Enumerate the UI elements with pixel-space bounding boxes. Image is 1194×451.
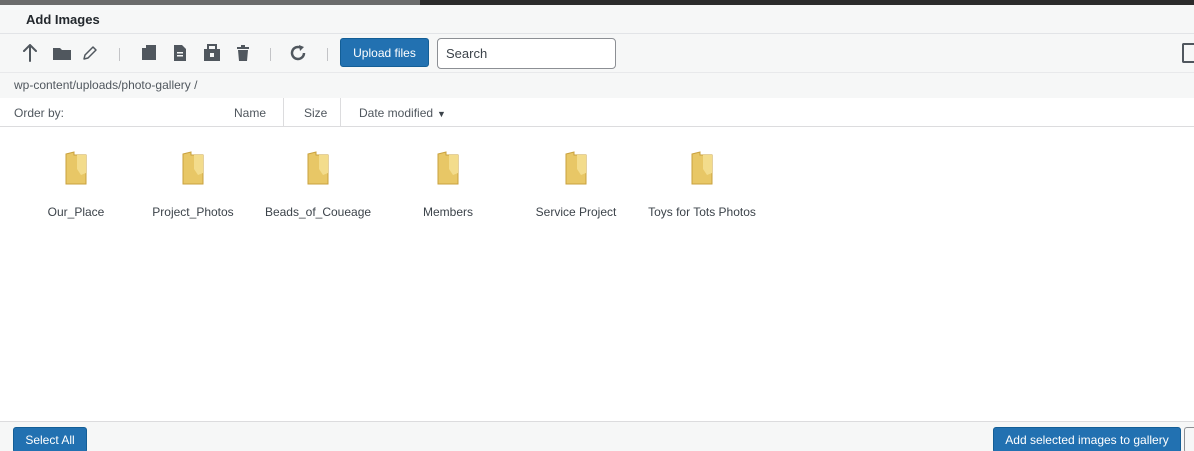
select-all-button[interactable]: Select All [13,427,87,451]
folder-name: Project_Photos [152,205,234,219]
folder-icon [565,151,587,185]
order-by-name[interactable]: Name [234,106,266,120]
folder-item[interactable]: Beads_of_Coueage [258,147,378,227]
folder-icon [182,151,204,185]
paste-icon[interactable] [170,42,190,64]
refresh-icon[interactable] [287,42,309,64]
folder-name: Our_Place [47,205,105,219]
folder-item[interactable]: Service Project [516,147,636,227]
current-path: wp-content/uploads/photo-gallery / [14,78,198,92]
folder-item[interactable]: Toys for Tots Photos [642,147,762,227]
folder-icon [65,151,87,185]
add-selected-images-button[interactable]: Add selected images to gallery [993,427,1181,451]
folder-name: Beads_of_Coueage [264,205,372,219]
copy-icon[interactable] [139,42,159,64]
folder-name: Members [422,205,473,219]
order-by-size[interactable]: Size [304,106,327,120]
upload-files-button[interactable]: Upload files [340,38,429,67]
view-toggle-icon[interactable] [1182,43,1194,63]
breadcrumb-path-bar: wp-content/uploads/photo-gallery / [0,72,1194,98]
column-divider [340,98,341,127]
order-by-date-modified-label: Date modified [359,106,434,120]
column-divider [283,98,284,127]
folder-name: Service Project [535,205,617,219]
rename-pencil-icon[interactable] [80,42,100,64]
dialog-title: Add Images [26,12,100,27]
secondary-button-edge[interactable] [1184,427,1194,451]
folder-icon [691,151,713,185]
order-by-label: Order by: [14,106,65,120]
folder-icon [307,151,329,185]
toolbar-separator [270,48,271,61]
search-input[interactable] [437,38,616,69]
order-by-date-modified[interactable]: Date modified ▼ [359,106,446,120]
folder-item[interactable]: Members [388,147,508,227]
file-toolbar: Upload files [0,34,1194,72]
folder-item[interactable]: Project_Photos [133,147,253,227]
toolbar-separator [119,48,120,61]
sort-descending-icon: ▼ [437,109,446,119]
folder-item[interactable]: Our_Place [16,147,136,227]
folder-icon [437,151,459,185]
order-by-bar: Order by: Name Size Date modified ▼ [0,98,1194,127]
toolbar-separator [327,48,328,61]
delete-trash-icon[interactable] [233,42,253,64]
dialog-title-bar: Add Images [0,5,1194,34]
dialog-footer: Select All Add selected images to galler… [0,421,1194,451]
archive-icon[interactable] [201,42,223,64]
up-arrow-icon[interactable] [20,42,40,64]
file-grid: Our_Place Project_Photos Beads_of_Coueag… [0,127,1194,421]
new-folder-icon[interactable] [51,42,73,64]
folder-name: Toys for Tots Photos [648,205,756,219]
